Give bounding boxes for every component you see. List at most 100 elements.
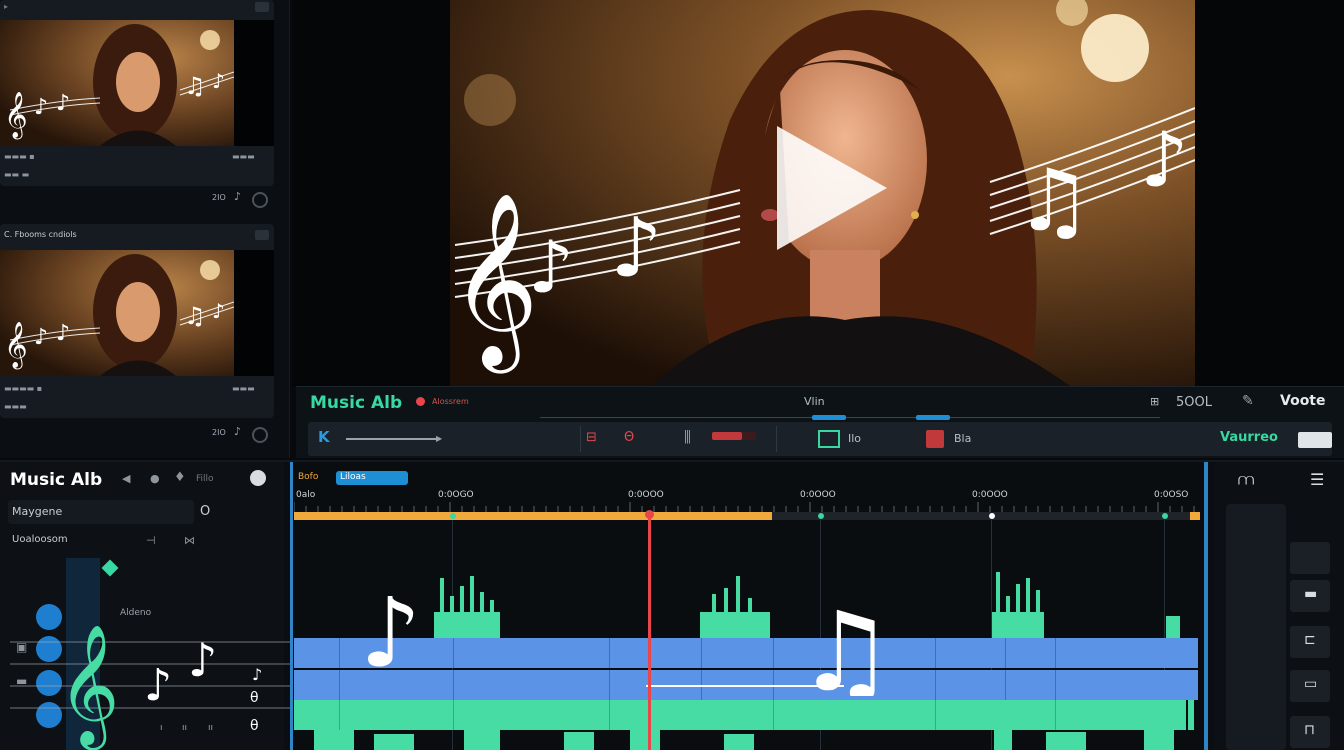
audio-segment[interactable] <box>294 700 340 730</box>
marker-blue-1[interactable] <box>812 415 846 420</box>
stop-icon[interactable] <box>926 430 944 448</box>
split-icon[interactable]: ⊣ <box>146 534 156 547</box>
marker-dot[interactable] <box>818 513 824 519</box>
clip-meta: ▬▬▬ ▪ <box>4 152 35 161</box>
keyframe-icon[interactable] <box>101 559 119 577</box>
audio-segment[interactable] <box>774 700 936 730</box>
audio-segment-end <box>1188 700 1194 730</box>
marker-dot[interactable] <box>450 513 456 519</box>
export-icon[interactable] <box>818 430 840 448</box>
progress-end-marker <box>1190 512 1200 520</box>
sub-item-1[interactable]: Ilo <box>848 432 861 445</box>
svg-text:♪: ♪ <box>212 69 225 93</box>
marker-blue-2[interactable] <box>916 415 950 420</box>
clip-segment[interactable] <box>294 670 340 700</box>
clip-thumbnail[interactable]: 𝄞 ♪ ♪ ♫ ♪ <box>0 250 234 376</box>
thumbnail-letterbox <box>234 20 274 146</box>
menu-icon[interactable]: ☰ <box>1310 470 1324 489</box>
audio-segment[interactable] <box>454 700 610 730</box>
level-red-badge <box>712 432 756 440</box>
clip-segment[interactable] <box>1056 670 1198 700</box>
svg-text:θ: θ <box>250 718 259 734</box>
zoom-value: 5OOL <box>1176 395 1212 410</box>
eq-icon[interactable]: ⫼ <box>684 428 691 446</box>
record-icon[interactable] <box>252 427 268 443</box>
render-progress-track <box>294 512 1200 520</box>
scrub-line[interactable] <box>540 417 1160 418</box>
divider <box>776 426 777 452</box>
clip-options-button[interactable] <box>255 230 269 240</box>
record-label: Alossrem <box>432 397 469 406</box>
playhead[interactable] <box>645 510 654 750</box>
dot-icon[interactable]: ● <box>150 472 160 485</box>
media-clip-2[interactable]: C. Fbooms cndiols 𝄞 ♪ ♪ ♫ ♪ ▬▬▬▬ ▪ ▬▬▬ ▬… <box>0 224 274 418</box>
audio-segment[interactable] <box>610 700 774 730</box>
zoom-icon[interactable]: ⊞ <box>1150 395 1159 408</box>
svg-text:♫: ♫ <box>796 588 895 696</box>
woman-portrait-thumbnail: 𝄞 ♪ ♪ ♫ ♪ <box>0 20 234 146</box>
mid-label: Vlin <box>804 395 825 408</box>
render-progress-fill <box>294 512 772 520</box>
marker-dot[interactable] <box>1162 513 1168 519</box>
tool-button-2[interactable]: ▬ <box>1290 580 1330 612</box>
svg-text:♫: ♫ <box>184 302 206 330</box>
svg-text:♪: ♪ <box>34 95 48 120</box>
staff-notes-graphic: 𝄞 ♪ ♪ ♪ θ θ ı ıı ıı <box>10 623 290 750</box>
ruler-label: 0:0OSO <box>1154 490 1189 500</box>
filter-label: Fillo <box>196 474 214 484</box>
ruler-label: 0:0OGO <box>438 490 474 500</box>
options-icon[interactable] <box>250 470 266 486</box>
audio-icon[interactable]: ♪ <box>234 425 241 438</box>
tool-button-3[interactable]: ⊏ <box>1290 626 1330 658</box>
mode-label: Vaurreo <box>1220 430 1278 445</box>
record-dot-icon[interactable] <box>416 397 425 406</box>
clip-segment[interactable] <box>936 670 1006 700</box>
tool-button-1[interactable] <box>1290 542 1330 574</box>
audio-segment[interactable] <box>340 700 454 730</box>
svg-text:♫: ♫ <box>1015 151 1092 251</box>
play-button[interactable] <box>765 118 895 262</box>
prev-icon[interactable]: ◀ <box>122 472 130 485</box>
marker-dot[interactable] <box>989 513 995 519</box>
clip-segment[interactable] <box>1056 638 1198 668</box>
svg-text:♪: ♪ <box>528 225 574 309</box>
clip-info: ▬▬▬ <box>4 402 27 411</box>
svg-text:♪: ♪ <box>610 201 662 296</box>
loop-red-icon[interactable]: Θ <box>624 430 634 445</box>
tool-button-4[interactable]: ▭ <box>1290 670 1330 702</box>
clip-options-button[interactable] <box>255 2 269 12</box>
clip-segment[interactable] <box>294 638 340 668</box>
waveform-icon[interactable]: ⩋ <box>1238 470 1254 490</box>
thumbnail-letterbox <box>234 250 274 376</box>
volume-meter[interactable] <box>1226 504 1286 750</box>
ruler-label: 0:0OOO <box>972 490 1008 500</box>
audio-icon[interactable]: ♪ <box>234 190 241 203</box>
tool-button-5[interactable]: ⊓ <box>1290 716 1330 748</box>
svg-text:♪: ♪ <box>1140 115 1189 204</box>
clip-segment[interactable] <box>936 638 1006 668</box>
audio-segment[interactable] <box>936 700 1056 730</box>
audio-segment[interactable] <box>1056 700 1186 730</box>
speed-slider[interactable] <box>346 438 440 440</box>
mode-toggle[interactable] <box>1298 432 1332 448</box>
pin-icon[interactable]: ♦ <box>174 470 186 485</box>
timeline[interactable]: Bofo Liloas 0alo 0:0OGO 0:0OOO 0:0OOO 0:… <box>290 462 1208 750</box>
clip-red-icon[interactable]: ⊟ <box>586 430 597 445</box>
clip-time: 2IO <box>212 193 226 202</box>
clip-thumbnail[interactable]: 𝄞 ♪ ♪ ♫ ♪ <box>0 20 234 146</box>
record-icon[interactable] <box>252 192 268 208</box>
divider <box>580 426 581 452</box>
clip-segment[interactable] <box>1006 670 1056 700</box>
track-field-1[interactable]: Maygene <box>8 500 194 524</box>
timeline-badge[interactable]: Liloas <box>336 471 408 485</box>
clip-duration: ▬▬▬ <box>232 384 255 393</box>
media-clip-1[interactable]: ▸ 𝄞 ♪ ♪ ♫ ♪ ▬▬▬ ▪ ▬▬▬ ▬▬ ▬ <box>0 0 274 186</box>
sub-item-2[interactable]: Bla <box>954 432 971 445</box>
mute-icon[interactable]: ⋈ <box>184 534 195 547</box>
edit-icon[interactable]: ✎ <box>1242 393 1254 409</box>
clip-segment[interactable] <box>1006 638 1056 668</box>
timeline-left-edge <box>290 462 293 750</box>
clip-meta: ▬▬▬▬ ▪ <box>4 384 43 393</box>
audio-track[interactable] <box>294 700 1186 730</box>
trim-icon[interactable]: K <box>318 428 330 446</box>
